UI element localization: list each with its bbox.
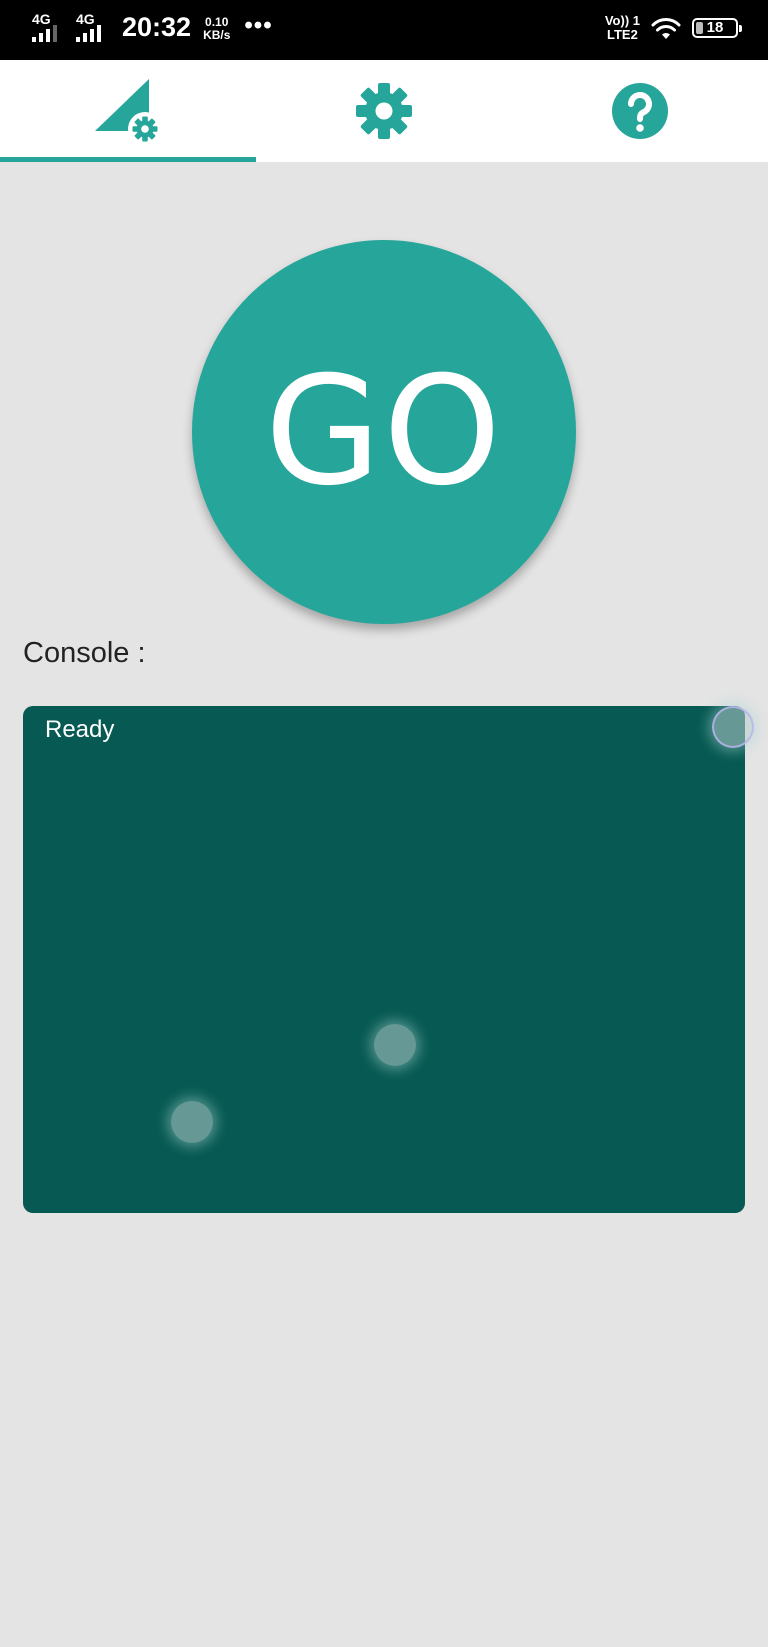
tab-signal-settings[interactable]: [0, 60, 256, 162]
wifi-icon: [651, 18, 681, 39]
touch-indicator: [374, 1024, 416, 1066]
signal-bars-icon: [32, 25, 57, 42]
touch-indicator: [171, 1101, 213, 1143]
sim1-network-type: 4G: [32, 11, 51, 27]
gear-icon: [356, 83, 412, 139]
tab-bar: [0, 60, 768, 162]
volte-bottom: LTE2: [607, 27, 638, 42]
battery-level: 18: [706, 19, 724, 36]
battery-icon: 18: [692, 18, 742, 38]
tab-help[interactable]: [512, 60, 768, 162]
console-output[interactable]: Ready: [23, 706, 745, 1213]
console-label: Console :: [23, 637, 146, 669]
volte-indicator: Vo)) 1 LTE2: [605, 14, 640, 42]
battery-fill: [696, 22, 703, 34]
status-bar: 4G 4G 20:32 0.10 KB/s ••• Vo)) 1 LTE2 18: [0, 0, 768, 60]
go-button[interactable]: GO: [192, 240, 576, 624]
tab-settings[interactable]: [256, 60, 512, 162]
sim2-signal: 4G: [74, 12, 108, 42]
volte-top: Vo)) 1: [604, 13, 640, 28]
signal-bars-icon: [76, 25, 101, 42]
network-speed: 0.10 KB/s: [203, 16, 230, 42]
touch-indicator: [712, 706, 754, 748]
network-speed-unit: KB/s: [203, 28, 231, 42]
go-button-label: GO: [264, 345, 504, 519]
sim2-network-type: 4G: [76, 11, 95, 27]
console-output-text: Ready: [45, 716, 115, 743]
status-right: Vo)) 1 LTE2 18: [605, 14, 742, 42]
more-notifications-icon: •••: [244, 12, 273, 39]
clock: 20:32: [122, 12, 192, 42]
signal-settings-icon: [95, 79, 162, 145]
help-icon: [612, 83, 668, 139]
status-left: 4G 4G 20:32 0.10 KB/s •••: [30, 12, 273, 42]
sim1-signal: 4G: [30, 12, 64, 42]
